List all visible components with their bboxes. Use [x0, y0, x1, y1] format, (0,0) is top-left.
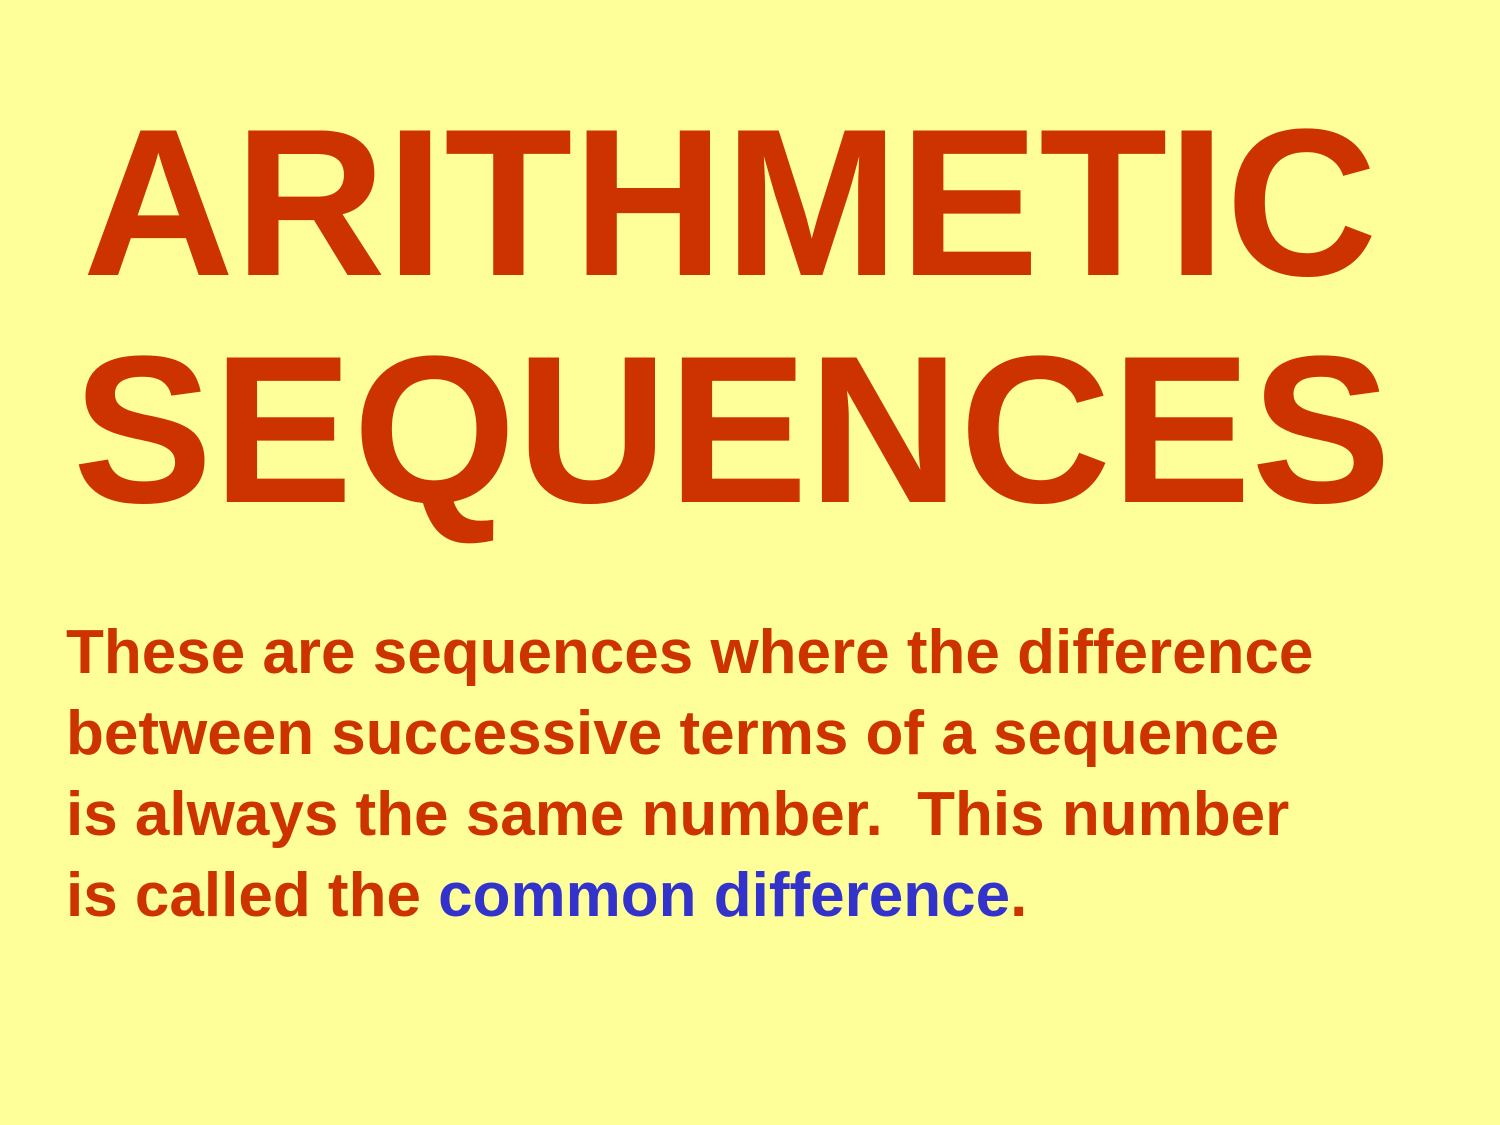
definition-line-1: These are sequences where the difference — [66, 618, 1314, 687]
definition-line-4-suffix: . — [1010, 861, 1028, 930]
definition-line-4: is called the common difference. — [66, 855, 1466, 936]
slide: ARITHMETIC SEQUENCES These are sequences… — [0, 0, 1500, 1125]
common-difference-term: common difference — [438, 861, 1011, 930]
definition-line-4-prefix: is called the — [66, 861, 439, 930]
definition-paragraph: These are sequences where the difference… — [66, 612, 1466, 936]
title-line-2: SEQUENCES — [72, 312, 1392, 547]
definition-line-2: between successive terms of a sequence — [66, 699, 1280, 768]
title-line-1: ARITHMETIC — [82, 85, 1378, 320]
definition-line-3: is always the same number. This number — [66, 780, 1290, 849]
